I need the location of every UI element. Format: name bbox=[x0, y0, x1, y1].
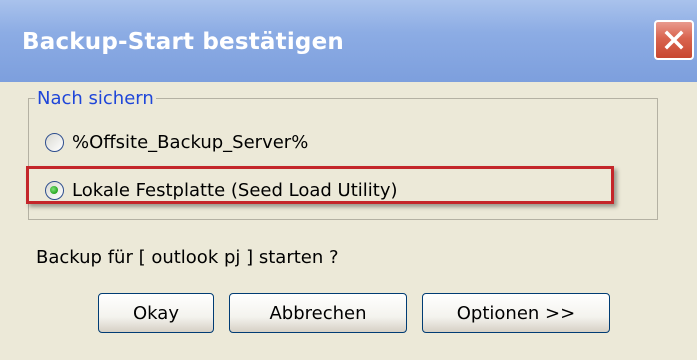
radio-offsite-label: %Offsite_Backup_Server% bbox=[72, 131, 309, 153]
backup-prompt: Backup für [ outlook pj ] starten ? bbox=[36, 247, 339, 268]
confirm-backup-dialog: Backup-Start bestätigen Nach sichern %Of… bbox=[0, 0, 697, 360]
radio-button-unselected[interactable] bbox=[45, 132, 64, 152]
highlight-annotation bbox=[26, 166, 614, 204]
title-bar[interactable]: Backup-Start bestätigen bbox=[0, 0, 697, 82]
cancel-button[interactable]: Abbrechen bbox=[229, 293, 407, 333]
close-icon bbox=[664, 30, 684, 50]
radio-offsite-server[interactable]: %Offsite_Backup_Server% bbox=[45, 129, 308, 155]
close-button[interactable] bbox=[654, 20, 694, 60]
okay-button[interactable]: Okay bbox=[98, 293, 214, 333]
options-button[interactable]: Optionen >> bbox=[422, 293, 610, 333]
dialog-title: Backup-Start bestätigen bbox=[22, 29, 344, 55]
group-legend: Nach sichern bbox=[35, 88, 156, 109]
dialog-content: Nach sichern %Offsite_Backup_Server% Lok… bbox=[0, 82, 697, 360]
